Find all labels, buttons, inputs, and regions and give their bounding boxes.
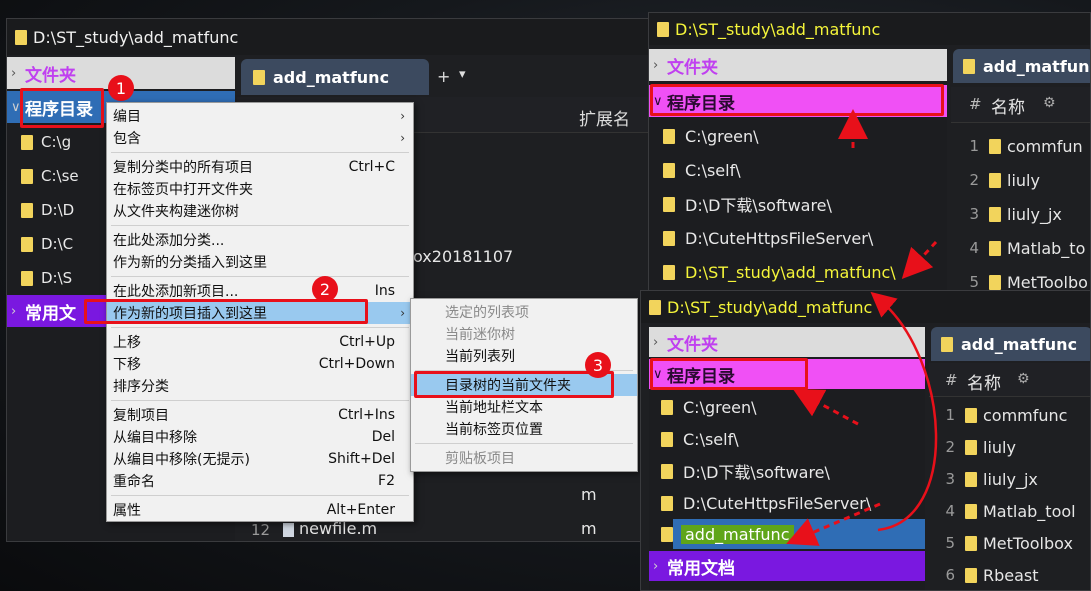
arrow-to-program-bottom (792, 388, 859, 426)
arrow-curve-to-title (870, 291, 938, 532)
arrow-to-new-item-bottom (786, 502, 881, 546)
annotation-arrows (786, 109, 938, 546)
arrow-to-new-folder-top (901, 240, 938, 280)
